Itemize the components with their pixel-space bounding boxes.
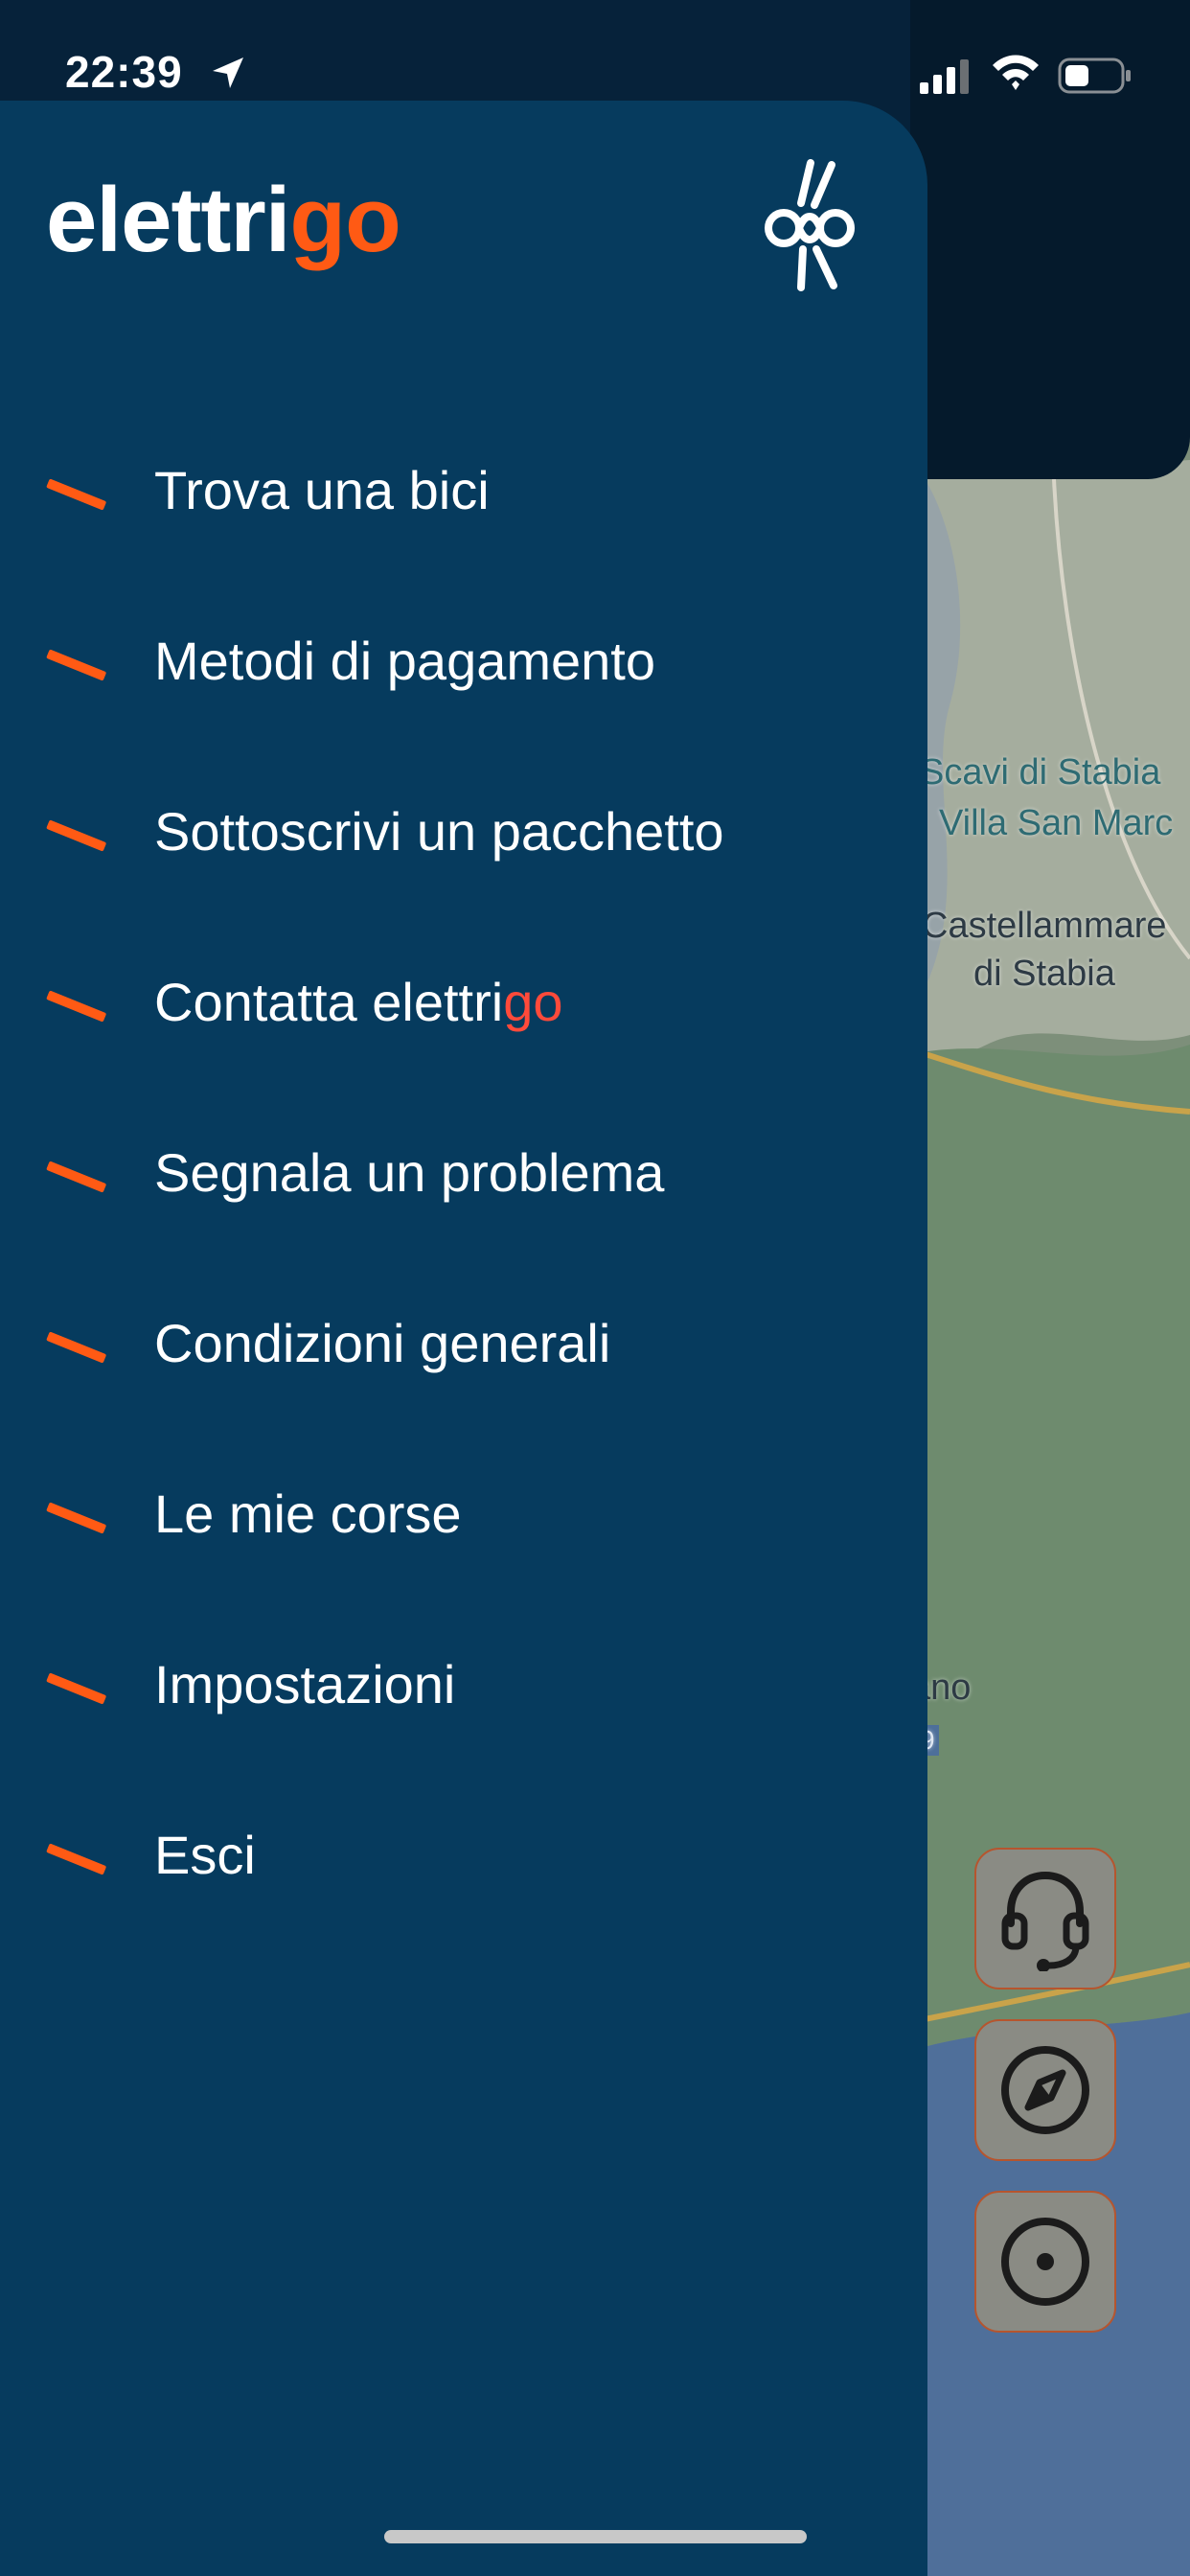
menu-item-label: Sottoscrivi un pacchetto (154, 801, 724, 862)
locate-icon (1001, 2218, 1089, 2306)
menu-item-le-mie-corse[interactable]: Le mie corse (0, 1484, 927, 1659)
elettrigo-logo: elettrigo (46, 169, 401, 271)
dash-icon (46, 649, 107, 681)
dash-icon (46, 990, 107, 1023)
wifi-icon (993, 55, 1039, 90)
menu-item-impostazioni[interactable]: Impostazioni (0, 1654, 927, 1829)
map-label: Villa San Marc (939, 803, 1174, 843)
dash-icon (46, 478, 107, 511)
side-drawer: elettrigo Trova una bici Metodi di pagam… (0, 101, 927, 2576)
compass-icon (1001, 2046, 1089, 2134)
menu-item-metodi-di-pagamento[interactable]: Metodi di pagamento (0, 631, 927, 806)
dash-icon (46, 1161, 107, 1193)
menu-item-label: Esci (154, 1825, 256, 1885)
menu-item-segnala-problema[interactable]: Segnala un problema (0, 1142, 927, 1318)
dash-icon (46, 819, 107, 852)
drawer-menu: Trova una bici Metodi di pagamento Sotto… (0, 460, 927, 2000)
headset-icon (1001, 1871, 1089, 1971)
support-button[interactable] (974, 1848, 1116, 1990)
bike-logo-icon[interactable] (757, 153, 862, 297)
menu-item-label: Metodi di pagamento (154, 631, 656, 691)
menu-item-esci[interactable]: Esci (0, 1825, 927, 2000)
menu-item-condizioni-generali[interactable]: Condizioni generali (0, 1313, 927, 1488)
home-indicator[interactable] (384, 2530, 807, 2543)
dash-icon (46, 1331, 107, 1364)
dash-icon (46, 1502, 107, 1534)
menu-item-label: Impostazioni (154, 1654, 456, 1714)
map-label: Scavi di Stabia (920, 752, 1161, 793)
menu-item-label: Contatta elettrigo (154, 972, 563, 1032)
battery-icon (1058, 58, 1131, 94)
menu-item-label: Trova una bici (154, 460, 490, 520)
menu-item-sottoscrivi-pacchetto[interactable]: Sottoscrivi un pacchetto (0, 801, 927, 977)
menu-item-label: Condizioni generali (154, 1313, 611, 1373)
map-label: Castellammare (922, 906, 1167, 946)
dash-icon (46, 1672, 107, 1705)
signal-icon (920, 59, 969, 94)
menu-item-label: Segnala un problema (154, 1142, 665, 1203)
locate-button[interactable] (974, 2191, 1116, 2333)
location-arrow-icon (213, 58, 243, 88)
compass-button[interactable] (974, 2019, 1116, 2161)
menu-item-trova-una-bici[interactable]: Trova una bici (0, 460, 927, 635)
status-bar: 22:39 (0, 0, 1190, 105)
menu-item-contatta-elettrigo[interactable]: Contatta elettrigo (0, 972, 927, 1147)
dash-icon (46, 1843, 107, 1875)
status-time: 22:39 (65, 47, 183, 97)
map-label: di Stabia (973, 954, 1115, 994)
menu-item-label: Le mie corse (154, 1484, 462, 1544)
